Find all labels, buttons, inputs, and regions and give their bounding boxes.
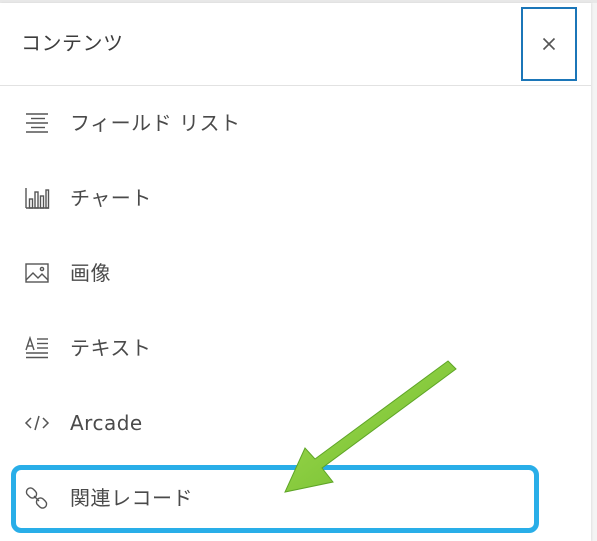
field-list-icon: [24, 111, 50, 135]
menu-item-label: 関連レコード: [70, 486, 193, 510]
close-button[interactable]: [521, 7, 577, 81]
panel-header: コンテンツ: [0, 3, 591, 86]
panel-title: コンテンツ: [21, 31, 124, 55]
menu-item-label: フィールド リスト: [70, 111, 241, 135]
menu-item-related-records[interactable]: 関連レコード: [0, 468, 591, 528]
content-panel: コンテンツ フィールド リスト チャート 画像 テキスト Arcade 関連レコ…: [0, 3, 591, 541]
image-icon: [24, 261, 50, 285]
menu-item-label: Arcade: [70, 411, 143, 435]
menu-item-label: チャート: [70, 186, 152, 210]
menu-item-image[interactable]: 画像: [0, 243, 591, 303]
menu-item-text[interactable]: テキスト: [0, 318, 591, 378]
menu-item-arcade[interactable]: Arcade: [0, 393, 591, 453]
menu-item-label: テキスト: [70, 336, 152, 360]
link-icon: [24, 486, 50, 510]
menu-item-chart[interactable]: チャート: [0, 168, 591, 228]
bar-chart-icon: [24, 186, 50, 210]
close-icon: [542, 37, 556, 51]
menu-item-label: 画像: [70, 261, 111, 285]
menu-item-field-list[interactable]: フィールド リスト: [0, 93, 591, 153]
code-icon: [24, 411, 50, 435]
text-icon: [24, 336, 50, 360]
